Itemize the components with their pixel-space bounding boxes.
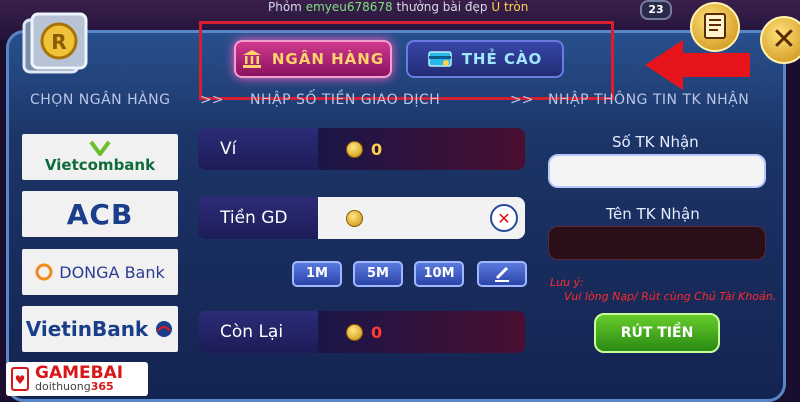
watermark-main: GAMEBAI (35, 362, 124, 383)
quick-amount-1m[interactable]: 1M (292, 261, 342, 287)
wallet-balance: 0 (371, 139, 383, 159)
account-number-input[interactable] (548, 154, 766, 188)
notification-badge[interactable]: 23 (640, 0, 672, 20)
tab-bank-label: NGÂN HÀNG (271, 50, 385, 68)
card-icon (427, 51, 452, 67)
bank-option-donga[interactable]: DONGA Bank (22, 249, 178, 295)
remaining-value-box: 0 (318, 311, 525, 353)
header-separator: >> (200, 92, 224, 108)
withdraw-button[interactable]: RÚT TIỀN (594, 313, 720, 353)
ticker-win: Ù tròn (491, 0, 529, 14)
account-name-label: Tên TK Nhận (606, 205, 700, 223)
wallet-value-box: 0 (318, 128, 525, 170)
svg-text:♥: ♥ (15, 373, 26, 387)
playing-card-icon: ♥ (11, 367, 29, 391)
watermark-sub: doithuong365 (35, 379, 114, 393)
note-text: Vui lòng Nạp/ Rút cùng Chủ Tài Khoản. (564, 290, 777, 303)
account-number-label: Số TK Nhận (612, 133, 699, 151)
header-separator: >> (510, 92, 534, 108)
remaining-label: Còn Lại (198, 311, 318, 353)
quick-amount-5m[interactable]: 5M (353, 261, 403, 287)
account-name-input[interactable] (548, 226, 766, 260)
close-icon: ✕ (497, 209, 511, 228)
coin-icon (346, 323, 363, 341)
watermark-logo: ♥ GAMEBAI doithuong365 (6, 362, 148, 396)
bank-name: VietinBank (25, 317, 149, 341)
coin-icon (346, 210, 363, 227)
choose-bank-header: CHỌN NGÂN HÀNG (30, 92, 171, 108)
bank-icon (242, 50, 261, 68)
edit-amount-button[interactable] (477, 261, 527, 287)
tab-card-label: THẺ CÀO (461, 50, 543, 68)
coin-icon (346, 140, 363, 158)
quick-amount-10m[interactable]: 10M (414, 261, 464, 287)
amount-label: Tiền GD (198, 197, 318, 239)
wallet-label: Ví (198, 128, 318, 170)
ticker-game: Phỏm (268, 0, 302, 14)
safe-icon: R (22, 12, 88, 74)
bank-option-vietcombank[interactable]: Vietcombank (22, 134, 178, 180)
bank-option-acb[interactable]: ACB (22, 191, 178, 237)
news-ticker: Phỏm emyeu678678 thưởng bài đẹp Ù tròn (268, 0, 528, 14)
close-icon: ✕ (771, 22, 797, 57)
svg-text:R: R (51, 30, 66, 54)
document-icon (704, 13, 726, 39)
amount-header: NHẬP SỐ TIỀN GIAO DỊCH (250, 92, 441, 108)
history-button[interactable] (690, 2, 740, 52)
pencil-icon (495, 266, 509, 282)
clear-amount-button[interactable]: ✕ (490, 204, 518, 232)
tab-bank[interactable]: NGÂN HÀNG (234, 40, 392, 78)
donga-logo-icon (35, 263, 53, 281)
vietinbank-logo-icon (156, 321, 173, 337)
bank-name: Vietcombank (44, 156, 156, 174)
ticker-text: thưởng bài đẹp (396, 0, 488, 14)
bank-name: DONGA Bank (59, 262, 165, 282)
ticker-user: emyeu678678 (305, 0, 393, 14)
recipient-header: NHẬP THÔNG TIN TK NHẬN (548, 92, 750, 108)
bank-name: ACB (66, 197, 134, 231)
close-button[interactable]: ✕ (760, 16, 800, 64)
remaining-balance: 0 (371, 322, 383, 342)
tab-card[interactable]: THẺ CÀO (406, 40, 564, 78)
note-title: Lưu ý: (550, 276, 584, 289)
bank-option-vietinbank[interactable]: VietinBank (22, 306, 178, 352)
vietcombank-logo-icon (89, 140, 111, 156)
